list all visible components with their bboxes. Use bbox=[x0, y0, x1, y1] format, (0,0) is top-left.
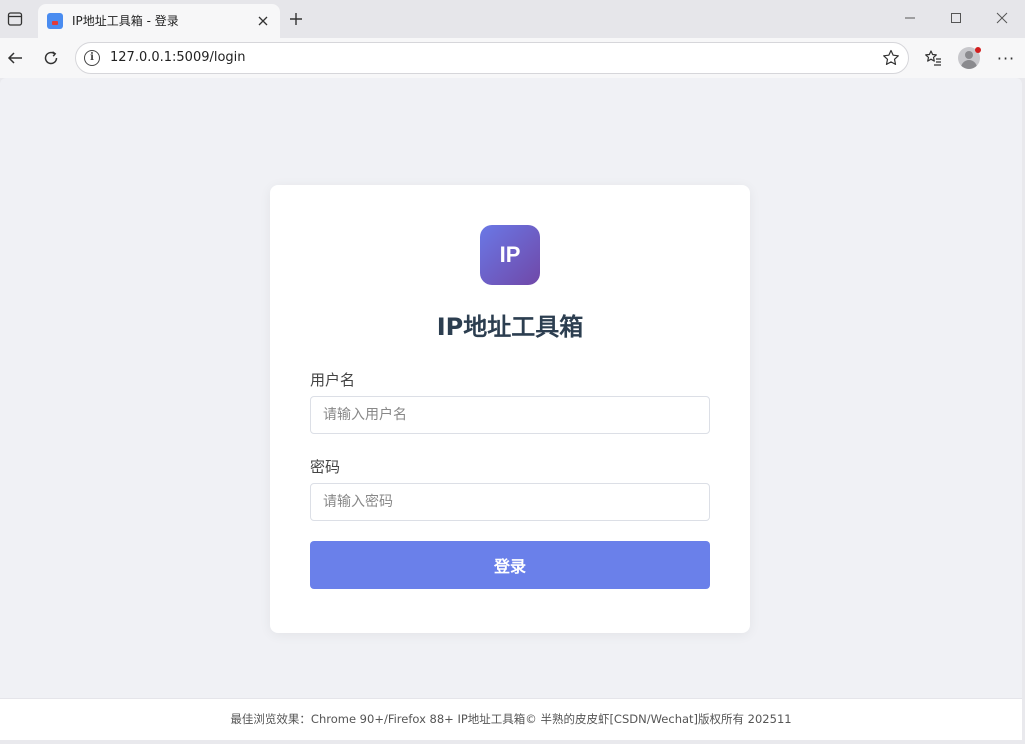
more-menu-icon[interactable]: ··· bbox=[995, 47, 1017, 69]
app-logo: IP bbox=[480, 225, 540, 285]
url-text: 127.0.0.1:5009/login bbox=[110, 50, 246, 65]
browser-tab[interactable]: IP地址工具箱 - 登录 bbox=[38, 4, 280, 38]
close-window-icon[interactable] bbox=[987, 6, 1017, 30]
tab-strip: IP地址工具箱 - 登录 bbox=[0, 0, 1025, 38]
tab-title: IP地址工具箱 - 登录 bbox=[72, 14, 179, 28]
username-input[interactable] bbox=[310, 396, 710, 434]
password-input[interactable] bbox=[310, 483, 710, 521]
page-footer: 最佳浏览效果：Chrome 90+/Firefox 88+ IP地址工具箱© 半… bbox=[0, 698, 1022, 740]
favorite-star-icon[interactable] bbox=[882, 49, 900, 67]
notification-dot bbox=[975, 47, 981, 53]
address-bar[interactable]: i 127.0.0.1:5009/login bbox=[75, 42, 909, 74]
page-title: IP地址工具箱 bbox=[436, 313, 584, 341]
page-viewport: IP IP地址工具箱 用户名 密码 登录 最佳浏览效果：Chrome 90+/F… bbox=[0, 78, 1022, 740]
reload-icon[interactable] bbox=[40, 47, 62, 69]
login-button[interactable]: 登录 bbox=[310, 541, 710, 589]
password-label: 密码 bbox=[310, 458, 341, 476]
new-tab-icon[interactable] bbox=[285, 8, 307, 30]
site-info-icon[interactable]: i bbox=[84, 50, 100, 66]
tab-actions-icon[interactable] bbox=[5, 9, 25, 29]
back-icon[interactable] bbox=[4, 47, 26, 69]
browser-toolbar: i 127.0.0.1:5009/login ··· bbox=[0, 38, 1025, 78]
maximize-icon[interactable] bbox=[941, 6, 971, 30]
favicon-icon bbox=[47, 13, 63, 29]
close-tab-icon[interactable] bbox=[254, 12, 272, 30]
username-label: 用户名 bbox=[310, 371, 356, 389]
login-card: IP IP地址工具箱 用户名 密码 登录 bbox=[270, 185, 750, 633]
minimize-icon[interactable] bbox=[895, 6, 925, 30]
favorites-icon[interactable] bbox=[922, 47, 944, 69]
